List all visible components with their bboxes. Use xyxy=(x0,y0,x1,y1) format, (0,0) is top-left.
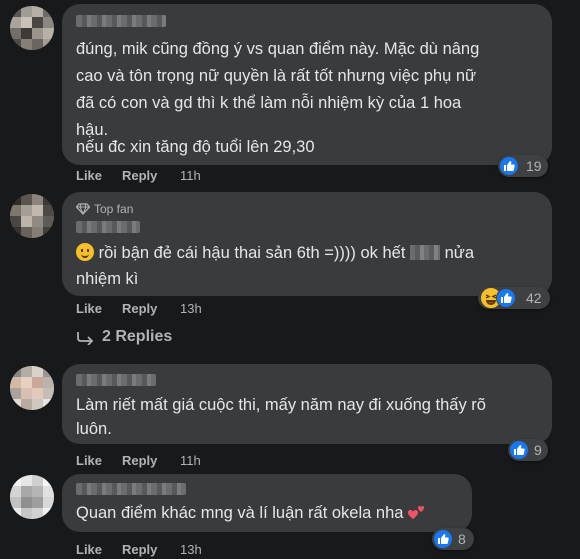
like-reaction-icon xyxy=(510,441,528,459)
author-name-redacted[interactable] xyxy=(76,374,156,386)
reaction-count: 42 xyxy=(526,290,542,306)
comment-text-line: nếu đc xin tăng độ tuổi lên 29,30 xyxy=(76,138,315,156)
replies-label[interactable]: 2 Replies xyxy=(102,328,172,346)
reply-button[interactable]: Reply xyxy=(122,453,157,468)
author-name-redacted[interactable] xyxy=(76,15,166,27)
like-button[interactable]: Like xyxy=(76,168,102,183)
reaction-count: 19 xyxy=(526,158,542,174)
comment-text-line: đúng, mik cũng đồng ý vs quan điểm này. … xyxy=(76,40,480,58)
comment-text-line: luôn. xyxy=(76,420,112,438)
timestamp[interactable]: 11h xyxy=(180,453,201,468)
author-name-redacted[interactable] xyxy=(76,483,186,495)
comment-4: Quan điểm khác mng và lí luận rất okela … xyxy=(0,472,580,559)
top-fan-badge[interactable]: Top fan xyxy=(94,202,133,216)
comment-text-line: đã có con và gd thì k thể làm nỗi nhiệm … xyxy=(76,94,462,112)
comment-text-line: rồi bận đẻ cái hậu thai sản 6th =)))) ok… xyxy=(76,240,474,266)
comment-text: rồi bận đẻ cái hậu thai sản 6th =)))) ok… xyxy=(98,244,406,262)
timestamp[interactable]: 13h xyxy=(180,301,202,316)
comment-1: đúng, mik cũng đồng ý vs quan điểm này. … xyxy=(0,0,580,190)
top-fan-badge-icon xyxy=(75,202,91,220)
reaction-summary[interactable]: 9 xyxy=(508,439,548,461)
reply-button[interactable]: Reply xyxy=(122,542,157,557)
reaction-count: 9 xyxy=(534,442,542,458)
smile-emoji-icon xyxy=(76,243,94,261)
like-button[interactable]: Like xyxy=(76,542,102,557)
two-hearts-icon xyxy=(408,502,426,519)
avatar[interactable] xyxy=(10,475,54,519)
timestamp[interactable]: 11h xyxy=(180,168,201,183)
reply-button[interactable]: Reply xyxy=(122,168,157,183)
comment-text: Quan điểm khác mng và lí luận rất okela … xyxy=(76,504,404,522)
reaction-summary[interactable]: 8 xyxy=(432,528,474,550)
like-button[interactable]: Like xyxy=(76,453,102,468)
avatar[interactable] xyxy=(10,194,54,238)
comment-bubble: Làm riết mất giá cuộc thi, mấy năm nay đ… xyxy=(62,364,552,444)
reaction-summary[interactable]: 42 xyxy=(478,287,550,309)
comment-bubble: Quan điểm khác mng và lí luận rất okela … xyxy=(62,474,472,532)
redacted-word xyxy=(410,245,440,260)
avatar[interactable] xyxy=(10,6,54,50)
comment-bubble: Top fan rồi bận đẻ cái hậu thai sản 6th … xyxy=(62,192,552,296)
reply-arrow-icon xyxy=(76,331,94,350)
like-reaction-icon xyxy=(434,530,452,548)
comment-text: nửa xyxy=(444,244,474,262)
like-reaction-icon xyxy=(500,157,518,175)
comment-2: Top fan rồi bận đẻ cái hậu thai sản 6th … xyxy=(0,190,580,350)
comment-bubble: đúng, mik cũng đồng ý vs quan điểm này. … xyxy=(62,4,552,165)
reply-button[interactable]: Reply xyxy=(122,301,157,316)
like-button[interactable]: Like xyxy=(76,301,102,316)
comment-3: Làm riết mất giá cuộc thi, mấy năm nay đ… xyxy=(0,362,580,472)
timestamp[interactable]: 13h xyxy=(180,542,202,557)
comment-text-line: Quan điểm khác mng và lí luận rất okela … xyxy=(76,500,426,526)
reaction-count: 8 xyxy=(458,531,466,547)
comment-text-line: cao và tôn trọng nữ quyền là rất tốt như… xyxy=(76,67,477,85)
comment-text-line: Làm riết mất giá cuộc thi, mấy năm nay đ… xyxy=(76,396,486,414)
comment-text-line: nhiệm kì xyxy=(76,270,139,288)
like-reaction-icon xyxy=(496,288,516,308)
author-name-redacted[interactable] xyxy=(76,221,140,233)
reaction-summary[interactable]: 19 xyxy=(498,155,548,177)
avatar[interactable] xyxy=(10,366,54,410)
